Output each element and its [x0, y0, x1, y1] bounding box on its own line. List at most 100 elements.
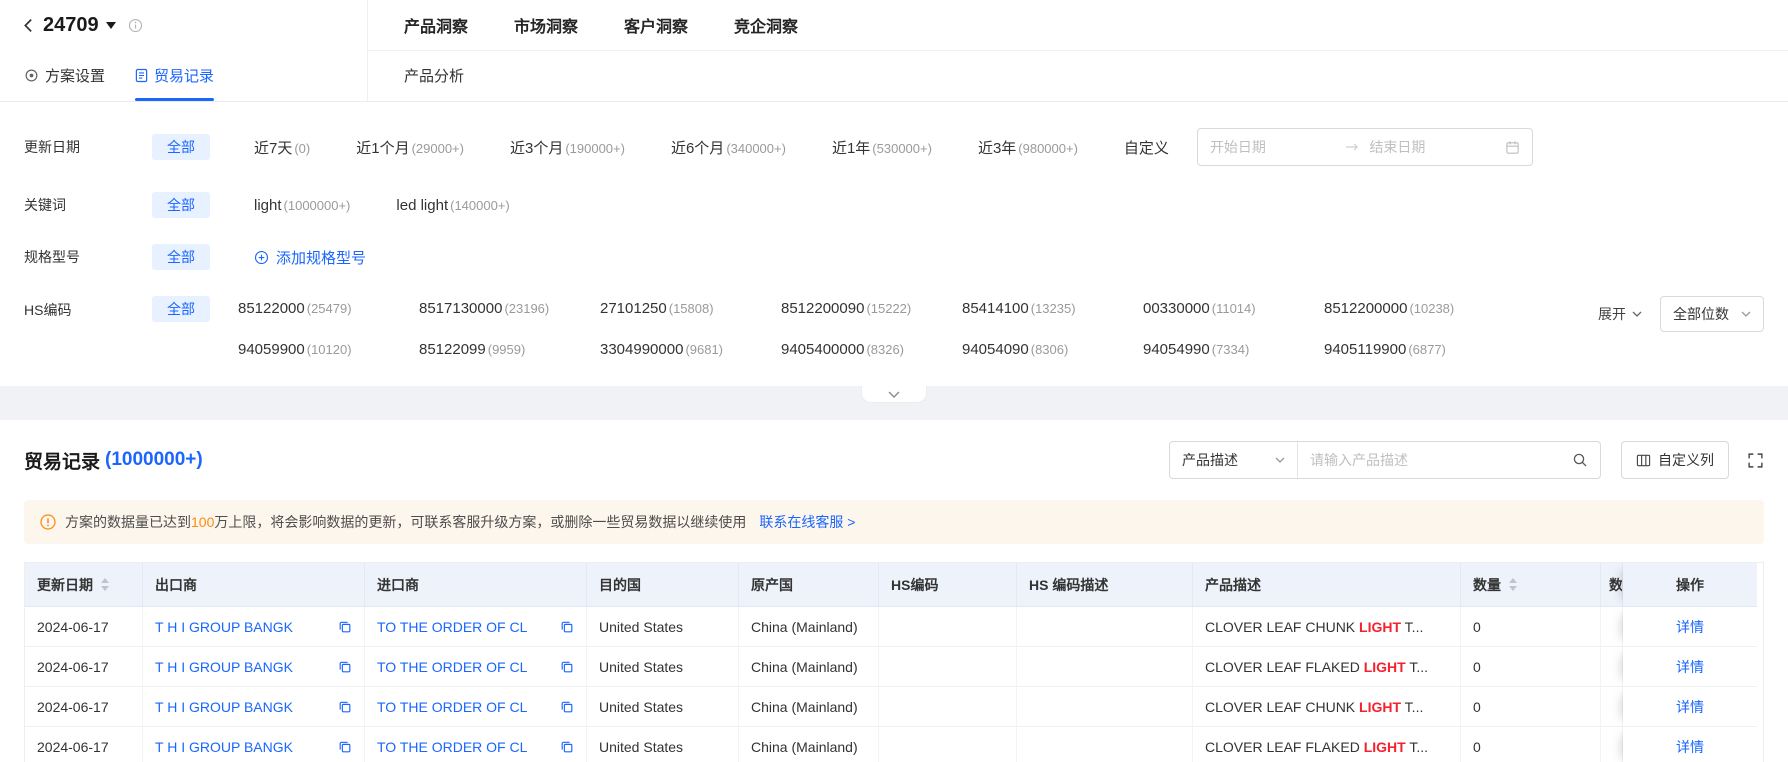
tab-trade-records[interactable]: 贸易记录	[135, 51, 215, 102]
start-date-input[interactable]: 开始日期	[1210, 137, 1336, 157]
filter-option[interactable]: 近1个月 (29000+)	[356, 137, 464, 158]
hs-code-option[interactable]: 9405119900 (6877)	[1324, 341, 1505, 358]
hs-code-count: (11014)	[1211, 301, 1256, 316]
importer-link[interactable]: TO THE ORDER OF CL	[377, 699, 552, 715]
filter-option[interactable]: 近3年 (980000+)	[978, 137, 1078, 158]
filter-option[interactable]: light (1000000+)	[254, 197, 350, 214]
copy-icon[interactable]	[338, 700, 352, 714]
info-icon[interactable]	[128, 18, 143, 33]
hs-code-count: (25479)	[306, 301, 352, 316]
sub-nav: 产品分析	[368, 51, 1788, 102]
digits-select[interactable]: 全部位数	[1660, 296, 1764, 332]
search-input[interactable]: 请输入产品描述	[1298, 442, 1600, 478]
exporter-link[interactable]: T H I GROUP BANGK	[155, 659, 330, 675]
custom-columns-button[interactable]: 自定义列	[1621, 441, 1729, 479]
hs-code-option[interactable]: 8512200000 (10238)	[1324, 300, 1505, 317]
importer-link[interactable]: TO THE ORDER OF CL	[377, 619, 552, 635]
option-count: (0)	[294, 140, 311, 156]
hs-code-option[interactable]: 9405400000 (8326)	[781, 341, 962, 358]
hs-code-option[interactable]: 85414100 (13235)	[962, 300, 1143, 317]
nav-tab[interactable]: 客户洞察	[624, 13, 688, 37]
filter-option[interactable]: led light (140000+)	[396, 197, 509, 214]
hs-code-count: (9681)	[685, 342, 724, 357]
cell-destination: United States	[587, 647, 739, 687]
option-label: 近1个月	[356, 139, 410, 157]
topbar: 24709 方案设置 贸易记录 产品洞察 市场洞察 客户洞察 竞企洞察 产品分析	[0, 0, 1788, 102]
contact-support-link[interactable]: 联系在线客服 >	[759, 512, 855, 532]
filter-option[interactable]: 近3个月 (190000+)	[510, 137, 625, 158]
copy-icon[interactable]	[560, 740, 574, 754]
expand-button[interactable]: 展开	[1598, 304, 1642, 324]
filter-option[interactable]: 近6个月 (340000+)	[671, 137, 786, 158]
detail-link[interactable]: 详情	[1676, 659, 1704, 675]
copy-icon[interactable]	[338, 740, 352, 754]
hs-code-option[interactable]: 8512200090 (15222)	[781, 300, 962, 317]
date-range-picker[interactable]: 开始日期 结束日期	[1196, 128, 1533, 166]
copy-icon[interactable]	[338, 660, 352, 674]
chip-all[interactable]: 全部	[152, 296, 210, 322]
hs-code-option[interactable]: 8517130000 (23196)	[419, 300, 600, 317]
plan-dropdown-caret-icon[interactable]	[105, 21, 116, 29]
hs-code-option[interactable]: 00330000 (11014)	[1143, 300, 1324, 317]
nav-tab[interactable]: 产品洞察	[404, 13, 468, 37]
copy-icon[interactable]	[560, 660, 574, 674]
end-date-input[interactable]: 结束日期	[1369, 137, 1495, 157]
hs-code-count: (7334)	[1211, 342, 1250, 357]
cell-exporter: T H I GROUP BANGK	[143, 647, 365, 687]
cell-importer: TO THE ORDER OF CL	[365, 687, 587, 727]
back-icon[interactable]	[20, 17, 37, 34]
filter-option[interactable]: 近7天 (0)	[254, 137, 310, 158]
hs-code-option[interactable]: 85122099 (9959)	[419, 341, 600, 358]
importer-link[interactable]: TO THE ORDER OF CL	[377, 739, 552, 755]
search-category-select[interactable]: 产品描述	[1170, 442, 1298, 478]
cell-exporter: T H I GROUP BANGK	[143, 687, 365, 727]
plan-id[interactable]: 24709	[43, 14, 99, 37]
nav-tab-label: 竞企洞察	[734, 18, 799, 36]
warning-banner: 方案的数据量已达到100万上限，将会影响数据的更新，可联系客服升级方案，或删除一…	[24, 500, 1764, 544]
copy-icon[interactable]	[560, 620, 574, 634]
cell-hs-code	[879, 607, 1017, 647]
cell-origin: China (Mainland)	[739, 647, 879, 687]
tab-plan-settings[interactable]: 方案设置	[24, 51, 105, 102]
add-spec-button[interactable]: 添加规格型号	[254, 247, 366, 268]
keyword-highlight: LIGHT	[1363, 658, 1406, 675]
hs-code-label: 8512200000	[1324, 300, 1408, 317]
chip-all[interactable]: 全部	[152, 134, 210, 160]
sort-icon[interactable]	[1509, 578, 1517, 591]
cell-update-date: 2024-06-17	[25, 727, 143, 762]
hs-code-option[interactable]: 3304990000 (9681)	[600, 341, 781, 358]
cell-exporter: T H I GROUP BANGK	[143, 727, 365, 762]
hs-code-option[interactable]: 94054990 (7334)	[1143, 341, 1324, 358]
hs-code-option[interactable]: 85122000 (25479)	[238, 300, 419, 317]
hs-code-option[interactable]: 27101250 (15808)	[600, 300, 781, 317]
sort-icon[interactable]	[101, 578, 109, 591]
chip-all[interactable]: 全部	[152, 192, 210, 218]
chip-all[interactable]: 全部	[152, 244, 210, 270]
exporter-link[interactable]: T H I GROUP BANGK	[155, 739, 330, 755]
col-hs-desc: HS 编码描述	[1017, 563, 1193, 607]
tab-label: 贸易记录	[154, 68, 215, 86]
exporter-link[interactable]: T H I GROUP BANGK	[155, 619, 330, 635]
hs-code-count: (10120)	[306, 342, 352, 357]
hs-code-option[interactable]: 94059900 (10120)	[238, 341, 419, 358]
copy-icon[interactable]	[560, 700, 574, 714]
nav-tab[interactable]: 竞企洞察	[734, 13, 798, 37]
importer-link[interactable]: TO THE ORDER OF CL	[377, 659, 552, 675]
fullscreen-icon[interactable]	[1747, 452, 1764, 469]
add-spec-label: 添加规格型号	[276, 249, 367, 267]
copy-icon[interactable]	[338, 620, 352, 634]
detail-link[interactable]: 详情	[1676, 619, 1704, 635]
table-header-row: 更新日期 出口商 进口商 目的国 原产国 HS编码 HS 编码描述 产品描述 数…	[25, 563, 1757, 607]
collapse-filter-tab[interactable]	[861, 386, 927, 403]
detail-link[interactable]: 详情	[1676, 739, 1704, 755]
exporter-link[interactable]: T H I GROUP BANGK	[155, 699, 330, 715]
custom-date-option[interactable]: 自定义	[1124, 137, 1169, 158]
detail-link[interactable]: 详情	[1676, 699, 1704, 715]
tab-product-analysis[interactable]: 产品分析	[404, 65, 464, 86]
hs-code-option[interactable]: 94054090 (8306)	[962, 341, 1143, 358]
option-count: (1000000+)	[283, 197, 351, 213]
search-icon[interactable]	[1572, 452, 1588, 468]
filter-option[interactable]: 近1年 (530000+)	[832, 137, 932, 158]
col-update-date: 更新日期	[25, 563, 143, 607]
nav-tab[interactable]: 市场洞察	[514, 13, 578, 37]
